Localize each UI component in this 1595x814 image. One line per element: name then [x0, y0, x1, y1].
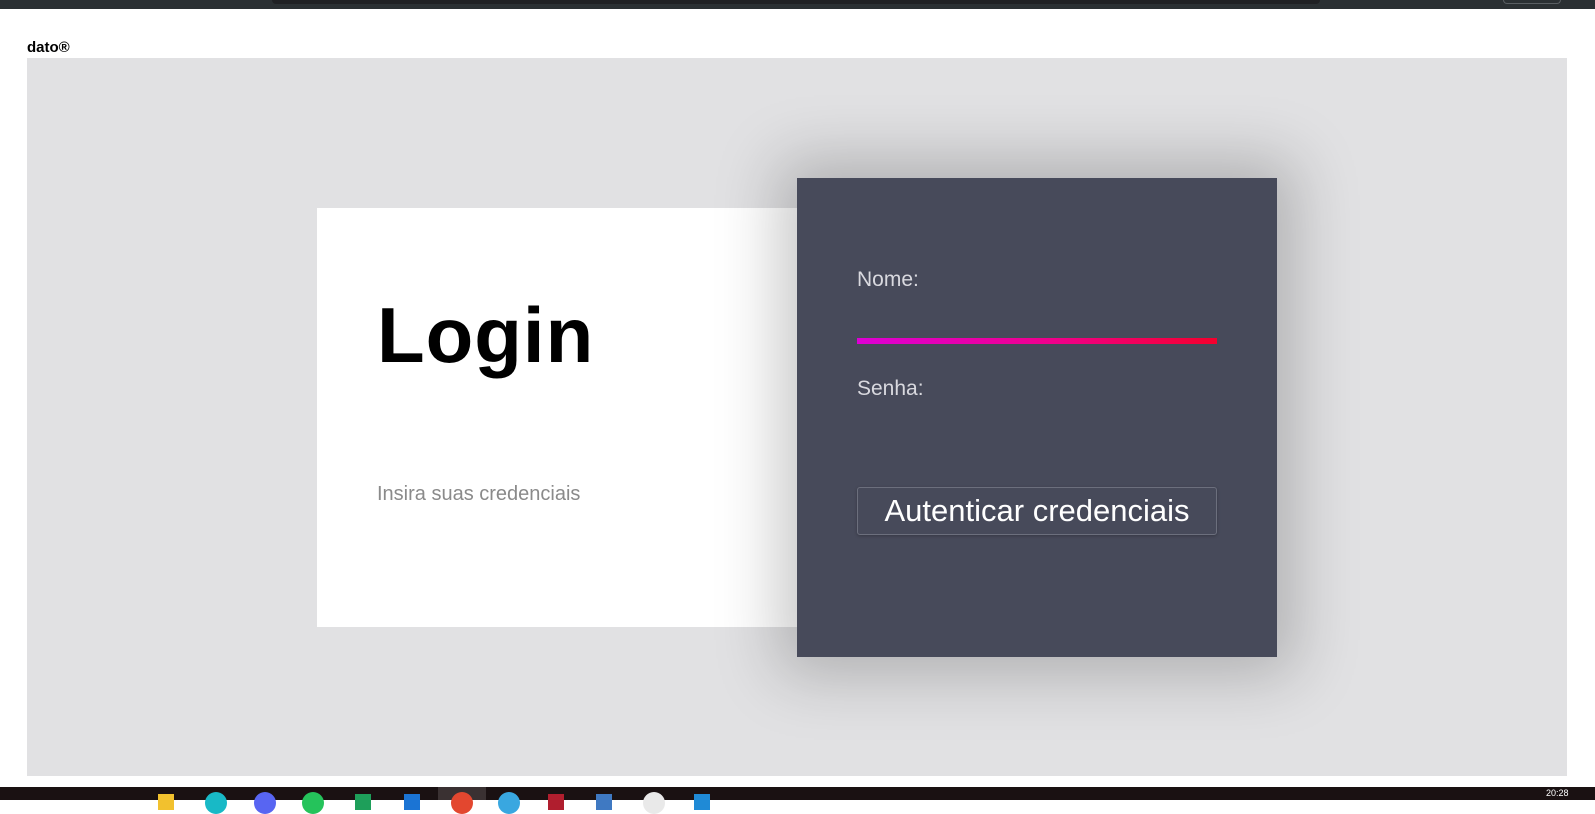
- photos-icon[interactable]: [643, 792, 665, 814]
- login-form-card: Nome: Senha: Autenticar credenciais: [797, 178, 1277, 657]
- sheets-icon[interactable]: [355, 794, 371, 810]
- system-clock: 20:28: [1546, 788, 1569, 798]
- taskbar: 20:28: [0, 787, 1595, 814]
- discord-icon[interactable]: [254, 792, 276, 814]
- login-intro-card: Login Insira suas credenciais: [317, 208, 807, 627]
- login-stage: Login Insira suas credenciais Nome: Senh…: [27, 58, 1567, 776]
- browser-toolbar: [0, 0, 1595, 9]
- browser-icon[interactable]: [205, 792, 227, 814]
- edge-icon[interactable]: [498, 792, 520, 814]
- login-subtitle: Insira suas credenciais: [377, 483, 581, 505]
- mail-icon[interactable]: [548, 794, 564, 810]
- address-bar[interactable]: [272, 0, 1320, 4]
- name-input[interactable]: [857, 302, 1217, 344]
- password-input[interactable]: [857, 411, 1217, 447]
- calendar-icon[interactable]: [596, 794, 612, 810]
- name-label: Nome:: [857, 268, 919, 291]
- browser-profile-button[interactable]: [1503, 0, 1561, 4]
- chrome-icon[interactable]: [451, 792, 473, 814]
- whatsapp-icon[interactable]: [302, 792, 324, 814]
- vscode-icon[interactable]: [694, 794, 710, 810]
- password-label: Senha:: [857, 377, 924, 400]
- store-icon[interactable]: [404, 794, 420, 810]
- page-title: Login: [377, 291, 595, 379]
- file-explorer-icon[interactable]: [158, 794, 174, 810]
- authenticate-button[interactable]: Autenticar credenciais: [857, 487, 1217, 535]
- brand-logo: dato®: [27, 39, 70, 56]
